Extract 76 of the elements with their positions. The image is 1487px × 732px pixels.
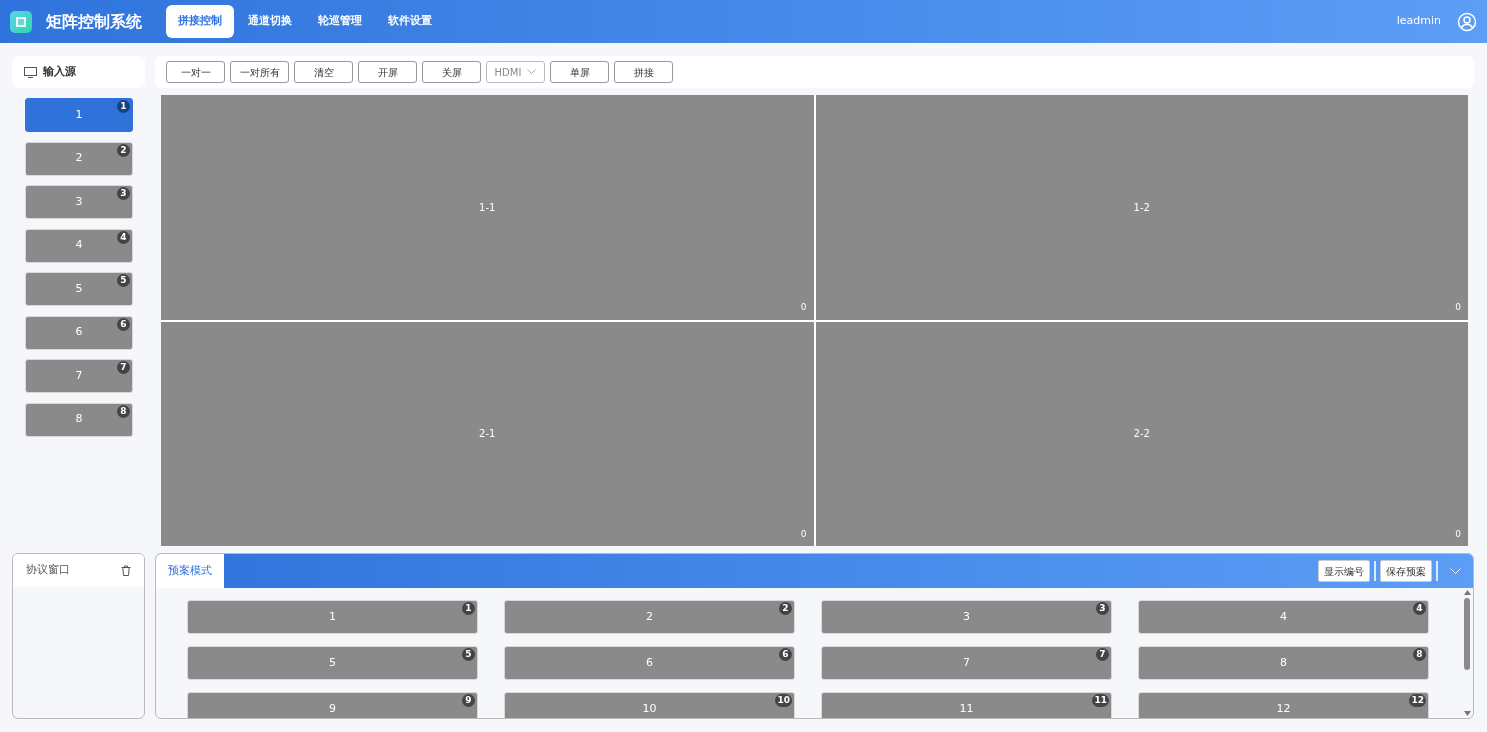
preset-button[interactable]: 4 4: [1138, 600, 1429, 634]
header-button[interactable]: 显示编号: [1318, 560, 1370, 582]
screen-label: 1-2: [1133, 200, 1150, 215]
app-title: 矩阵控制系统: [46, 10, 142, 33]
number-badge: 4: [1413, 602, 1426, 615]
number-badge: 11: [1092, 694, 1109, 707]
number-badge: 6: [779, 648, 792, 661]
screen-label: 2-2: [1133, 427, 1150, 442]
number-badge: 3: [1096, 602, 1109, 615]
user-name: leadmin: [1396, 13, 1441, 30]
preset-button[interactable]: 9 9: [187, 692, 478, 718]
input-source-title: 输入源: [43, 63, 76, 80]
number-badge: 4: [117, 230, 130, 244]
preset-button[interactable]: 3 3: [821, 600, 1112, 634]
number-badge: 9: [462, 694, 475, 707]
number-badge: 8: [117, 404, 130, 418]
screen-label: 2-1: [479, 427, 496, 442]
preset-button[interactable]: 12 12: [1138, 692, 1429, 718]
header-button[interactable]: 保存预案: [1380, 560, 1432, 582]
source-select[interactable]: HDMI: [486, 61, 545, 83]
scroll-down-icon[interactable]: [1463, 711, 1471, 716]
number-badge: 2: [779, 602, 792, 615]
number-badge: 2: [117, 143, 130, 157]
trash-icon[interactable]: [121, 565, 131, 576]
source-button[interactable]: 4 4: [25, 228, 133, 263]
chevron-down-icon: [527, 69, 537, 75]
number-badge: 7: [117, 361, 130, 374]
screen-count: 0: [800, 301, 807, 314]
nav-tab[interactable]: 通道切换: [236, 5, 304, 38]
number-badge: 5: [462, 648, 475, 661]
scroll-up-icon[interactable]: [1463, 590, 1471, 595]
screen-count: 0: [1455, 301, 1461, 314]
source-button[interactable]: 2 2: [25, 141, 133, 176]
source-button[interactable]: 8 8: [25, 402, 133, 437]
number-badge: 12: [1409, 694, 1426, 707]
preset-tab[interactable]: 预案模式: [156, 554, 224, 588]
chevron-down-icon[interactable]: [1450, 567, 1461, 575]
number-badge: 5: [117, 274, 130, 287]
screen-count: 0: [800, 527, 807, 541]
source-button[interactable]: 3 3: [25, 185, 133, 219]
preset-button[interactable]: 2 2: [504, 600, 795, 634]
monitor-icon: [24, 66, 37, 78]
toolbar-button[interactable]: 单屏: [550, 61, 609, 83]
number-badge: 6: [117, 317, 130, 331]
nav-tab[interactable]: 软件设置: [376, 5, 444, 38]
toolbar-button[interactable]: 一对所有: [230, 61, 289, 83]
source-button[interactable]: 6 6: [25, 315, 133, 350]
logo-icon: [10, 10, 32, 33]
source-button[interactable]: 7 7: [25, 359, 133, 393]
number-badge: 10: [775, 694, 792, 707]
preset-button[interactable]: 11 11: [821, 692, 1112, 718]
source-button[interactable]: 1 1: [25, 98, 133, 132]
toolbar-button[interactable]: 开屏: [358, 61, 417, 83]
screen-label: 1-1: [479, 200, 496, 215]
number-badge: 1: [117, 100, 130, 113]
toolbar-button[interactable]: 拼接: [614, 61, 673, 83]
number-badge: 1: [462, 602, 475, 615]
scrollbar[interactable]: [1461, 588, 1473, 718]
number-badge: 3: [117, 187, 130, 200]
screen-count: 0: [1455, 527, 1461, 541]
preset-button[interactable]: 1 1: [187, 600, 478, 634]
preset-button[interactable]: 10 10: [504, 692, 795, 718]
nav-tab[interactable]: 轮巡管理: [306, 5, 374, 38]
toolbar-button[interactable]: 清空: [294, 61, 353, 83]
preset-button[interactable]: 5 5: [187, 646, 478, 680]
toolbar-button[interactable]: 一对一: [166, 61, 225, 83]
user-avatar-icon[interactable]: [1457, 11, 1477, 32]
number-badge: 8: [1413, 648, 1426, 661]
toolbar-button[interactable]: 关屏: [422, 61, 481, 83]
source-button[interactable]: 5 5: [25, 272, 133, 306]
nav-tab[interactable]: 拼接控制: [166, 5, 234, 38]
preset-button[interactable]: 8 8: [1138, 646, 1429, 680]
preset-button[interactable]: 6 6: [504, 646, 795, 680]
number-badge: 7: [1096, 648, 1109, 661]
protocol-title: 协议窗口: [26, 562, 70, 579]
preset-button[interactable]: 7 7: [821, 646, 1112, 680]
